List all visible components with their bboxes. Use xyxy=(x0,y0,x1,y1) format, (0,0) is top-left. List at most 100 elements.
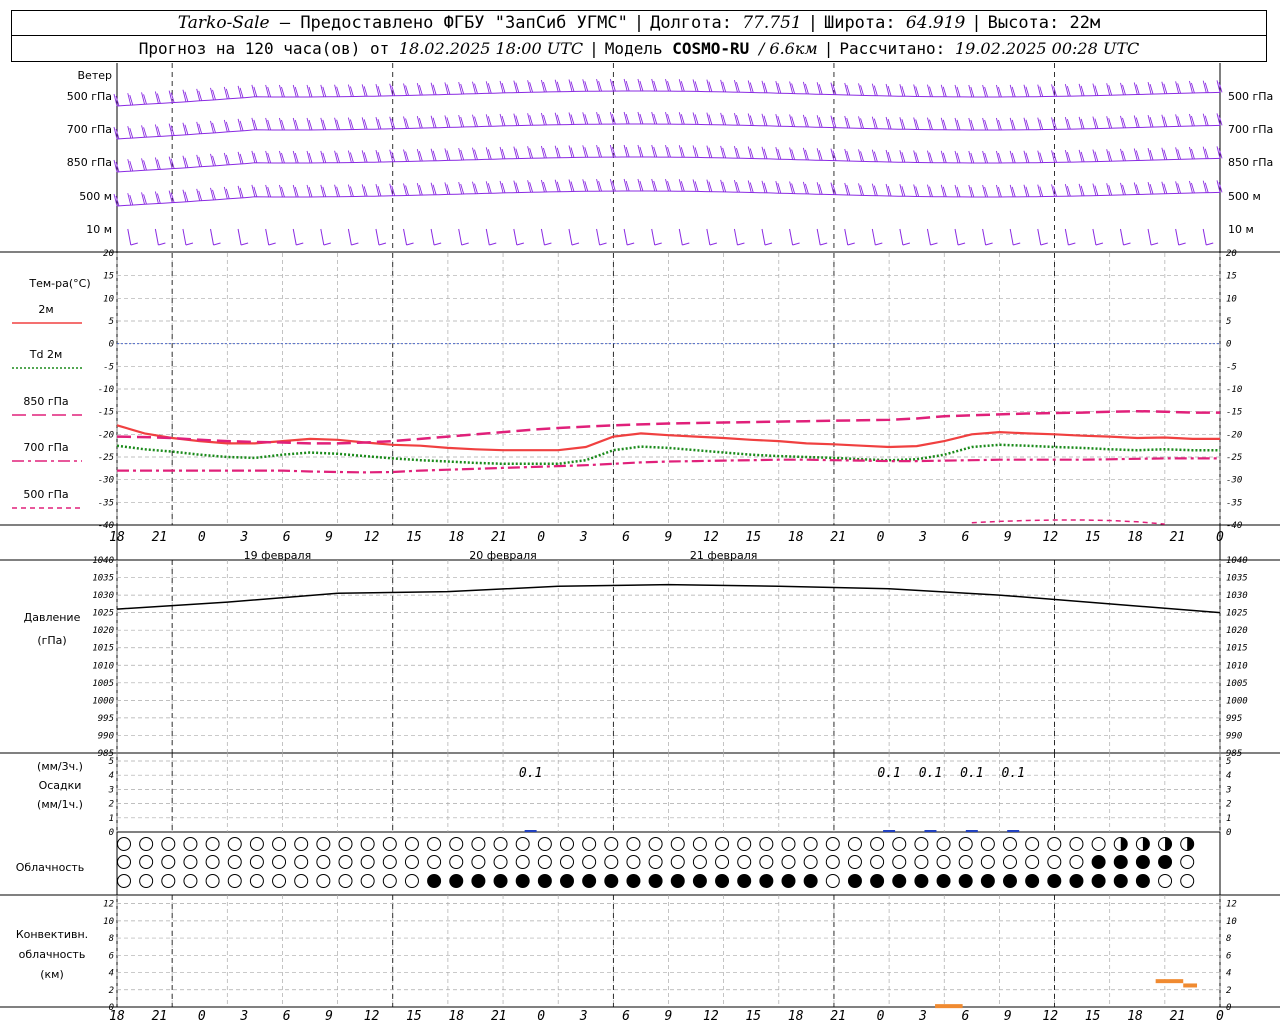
pres-ytick-right: 1035 xyxy=(1226,574,1248,584)
cloud-cover-symbol xyxy=(582,855,597,869)
wind-barb xyxy=(499,113,504,127)
wind-barb xyxy=(720,112,725,125)
wind-barb xyxy=(761,146,766,159)
wind-barb xyxy=(430,115,435,128)
conv-ytick-right: 2 xyxy=(1226,986,1231,996)
wind-barb xyxy=(1092,183,1097,196)
wind-barb xyxy=(403,149,407,162)
wind-barb-10m-feather xyxy=(737,242,745,246)
wind-barb xyxy=(734,80,738,93)
wind-barb xyxy=(347,150,352,163)
wind-barb-10m-feather xyxy=(1040,242,1048,246)
wind-barb xyxy=(444,115,449,128)
hour-tick-label: 3 xyxy=(239,1009,248,1024)
cloud-cover-half xyxy=(1165,837,1172,851)
cloud-cover-symbol xyxy=(692,837,707,851)
cloud-cover-symbol xyxy=(737,855,752,869)
wind-barb-10m-feather xyxy=(654,242,662,246)
cloud-cover-symbol xyxy=(471,855,486,869)
wind-level-label-left: 700 гПа xyxy=(67,123,112,136)
cloud-cover-symbol xyxy=(958,874,973,888)
wind-barb xyxy=(968,117,973,131)
hour-tick-label: 6 xyxy=(622,1009,630,1024)
wind-barb-10m xyxy=(540,228,545,246)
wind-barb xyxy=(279,150,283,164)
pres-ytick-right: 1020 xyxy=(1226,626,1248,636)
cloud-cover-symbol xyxy=(1135,855,1150,869)
cloud-cover-symbol xyxy=(316,874,331,888)
wind-barb xyxy=(1120,82,1124,95)
hour-tick-label: 6 xyxy=(283,530,291,545)
wind-level-label-left: 10 м xyxy=(86,223,112,236)
cloud-cover-symbol xyxy=(560,855,574,869)
hour-tick-label: 21 xyxy=(152,1009,168,1024)
wind-barb xyxy=(1023,150,1028,163)
cloud-cover-symbol xyxy=(715,855,730,869)
cloud-cover-symbol xyxy=(803,837,818,851)
wind-barb xyxy=(913,84,918,97)
wind-barb-10m-feather xyxy=(158,242,166,246)
cloud-cover-symbol xyxy=(382,837,397,851)
hour-tick-label: 9 xyxy=(1004,530,1012,545)
wind-barb-10m xyxy=(623,228,628,246)
cloud-cover-symbol xyxy=(404,837,419,851)
wind-barb xyxy=(265,84,270,98)
wind-barb xyxy=(665,145,669,158)
temp-ytick-right: 15 xyxy=(1226,272,1237,282)
convective-bar xyxy=(1155,979,1184,984)
cloud-cover-symbol xyxy=(360,855,375,869)
wind-barb xyxy=(927,184,931,197)
wind-barb-10m-feather xyxy=(820,242,828,246)
wind-barb-10m-feather xyxy=(268,242,276,246)
wind-barb xyxy=(1009,117,1014,130)
cloud-cover-symbol xyxy=(294,837,309,851)
wind-barb xyxy=(568,179,573,192)
wind-barb xyxy=(678,112,683,125)
wind-barb xyxy=(775,147,780,160)
wind-barb xyxy=(389,116,394,129)
wind-barb xyxy=(361,117,366,130)
wind-barb xyxy=(995,84,1000,98)
cloud-cover-symbol xyxy=(249,837,264,851)
wind-barb xyxy=(954,150,959,164)
wind-barb xyxy=(568,145,573,158)
cloud-cover-symbol xyxy=(670,837,685,851)
wind-barb xyxy=(927,117,931,130)
wind-barb xyxy=(609,78,614,92)
cloud-cover-symbol xyxy=(272,855,287,869)
wind-barb xyxy=(734,146,738,159)
wind-barb xyxy=(1064,117,1069,130)
cloud-cover-symbol xyxy=(648,837,663,851)
wind-barb xyxy=(389,149,394,162)
prec-ytick-left: 4 xyxy=(109,771,114,781)
hour-tick-label: 21 xyxy=(830,530,846,545)
cloud-cover-symbol xyxy=(825,855,840,869)
wind-barb xyxy=(816,182,821,195)
hour-tick-label: 9 xyxy=(325,1009,333,1024)
wind-barb-10m-feather xyxy=(185,242,194,246)
cloud-cover-symbol xyxy=(404,874,419,888)
wind-barb-10m xyxy=(375,228,380,246)
wind-barb xyxy=(665,79,669,92)
hour-tick-label: 21 xyxy=(1170,1009,1186,1024)
wind-barb xyxy=(761,113,766,126)
day-label: 19 февраля xyxy=(244,549,312,562)
temp-ytick-left: -5 xyxy=(103,362,114,372)
wind-barb xyxy=(871,183,876,196)
wind-barb xyxy=(761,180,766,193)
wind-barb-10m-feather xyxy=(764,242,773,246)
wind-barb xyxy=(1147,148,1152,161)
conv-ytick-right: 12 xyxy=(1226,900,1237,910)
conv-ytick-left: 0 xyxy=(109,1003,114,1013)
cloud-cover-symbol xyxy=(847,874,862,888)
temp-ytick-left: 0 xyxy=(109,340,114,350)
wind-barb-10m xyxy=(292,228,297,246)
hour-tick-label: 18 xyxy=(109,530,125,545)
wind-barb-10m-feather xyxy=(985,242,993,246)
wind-barb xyxy=(1023,84,1028,97)
wind-barb xyxy=(940,184,945,197)
wind-barb xyxy=(1078,183,1083,196)
temp-ytick-right: -25 xyxy=(1226,453,1242,463)
wind-barb xyxy=(1147,182,1152,195)
wind-barb-10m-feather xyxy=(213,242,221,246)
